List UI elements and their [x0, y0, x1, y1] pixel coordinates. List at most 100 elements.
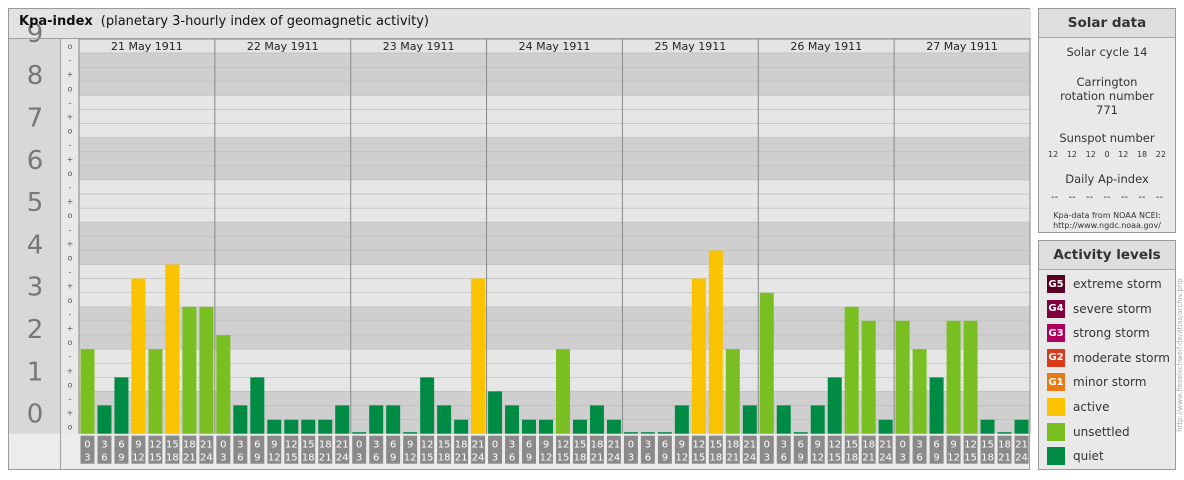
kp-bar	[589, 405, 604, 434]
kp-bar	[572, 419, 587, 434]
legend-label: unsettled	[1073, 424, 1130, 439]
interval-start: 6	[118, 440, 124, 451]
day-label: 21 May 1911	[111, 40, 183, 53]
interval-start: 18	[183, 440, 196, 451]
kp-bar	[369, 405, 384, 434]
day-label: 23 May 1911	[383, 40, 455, 53]
kp-bar	[165, 264, 180, 434]
sub-tick-label: -	[69, 141, 72, 150]
sub-tick-label: -	[69, 352, 72, 361]
interval-end: 12	[811, 453, 824, 464]
kp-bar	[233, 405, 248, 434]
y-tick-label: 4	[27, 230, 44, 260]
legend-label: quiet	[1073, 449, 1104, 464]
interval-start: 9	[271, 440, 277, 451]
sub-tick-label: o	[68, 211, 73, 220]
legend-label: minor storm	[1073, 375, 1147, 390]
interval-start: 9	[407, 440, 413, 451]
interval-end: 12	[268, 453, 281, 464]
kp-bar	[437, 405, 452, 434]
kp-bar	[522, 419, 537, 434]
kp-bar	[674, 405, 689, 434]
interval-end: 18	[709, 453, 722, 464]
interval-start: 6	[798, 440, 804, 451]
kp-bar	[708, 250, 723, 434]
sub-tick-label: -	[69, 98, 72, 107]
sub-tick-label: -	[69, 56, 72, 65]
kpa-chart: 0123456789o+-o+-o+-o+-o+-o+-o+-o+-o+-o 21…	[9, 9, 1031, 469]
legend-label: strong storm	[1073, 326, 1150, 341]
interval-end: 21	[319, 453, 332, 464]
interval-end: 3	[492, 453, 498, 464]
interval-start: 15	[166, 440, 179, 451]
interval-end: 21	[726, 453, 739, 464]
interval-start: 9	[679, 440, 685, 451]
interval-start: 9	[950, 440, 956, 451]
kp-bar	[759, 292, 774, 434]
interval-start: 3	[373, 440, 379, 451]
interval-end: 9	[118, 453, 124, 464]
kp-bar	[505, 405, 520, 434]
interval-end: 18	[302, 453, 315, 464]
interval-end: 6	[916, 453, 922, 464]
legend-swatch	[1047, 447, 1065, 466]
sub-tick-label: +	[67, 366, 74, 375]
kp-bar	[250, 377, 265, 434]
kp-bar	[963, 320, 978, 434]
interval-start: 3	[781, 440, 787, 451]
interval-end: 21	[591, 453, 604, 464]
legend-swatch	[1047, 422, 1065, 441]
interval-start: 15	[574, 440, 587, 451]
kp-bar	[556, 349, 570, 434]
interval-end: 18	[166, 453, 179, 464]
kp-bar	[657, 432, 672, 434]
kp-bar	[895, 320, 910, 434]
kp-bar	[827, 377, 842, 434]
legend-label: active	[1073, 400, 1110, 414]
ap-values: -- -- -- -- -- -- --	[1039, 192, 1175, 203]
chart-title-main: Kpa-index	[19, 14, 93, 29]
interval-end: 3	[356, 453, 362, 464]
interval-end: 15	[285, 453, 298, 464]
sub-tick-label: +	[67, 197, 74, 206]
level-band	[79, 179, 1030, 223]
ap-value: --	[1120, 192, 1129, 203]
data-credit-line-2: http://www.ngdc.noaa.gov/	[1053, 221, 1161, 230]
ap-value: --	[1138, 192, 1146, 203]
sub-tick-label: +	[67, 409, 74, 418]
interval-start: 0	[628, 440, 634, 451]
sunspot-value: 22	[1155, 150, 1166, 159]
interval-end: 24	[879, 453, 892, 464]
legend-swatch	[1047, 398, 1065, 416]
day-label: 22 May 1911	[247, 40, 319, 53]
legend-item: unsettled	[1047, 422, 1130, 442]
kp-bar	[454, 419, 469, 434]
interval-start: 15	[438, 440, 451, 451]
interval-start: 15	[302, 440, 315, 451]
kp-bar	[199, 306, 214, 434]
sub-tick-label: -	[69, 395, 72, 404]
y-tick-label: 2	[27, 315, 44, 345]
ap-value: --	[1085, 192, 1094, 203]
interval-end: 9	[662, 453, 668, 464]
interval-end: 6	[237, 453, 243, 464]
interval-end: 9	[798, 453, 804, 464]
interval-end: 12	[404, 453, 417, 464]
kp-bar	[216, 335, 231, 434]
interval-end: 3	[764, 453, 770, 464]
kp-bar	[539, 419, 553, 434]
interval-start: 18	[862, 440, 875, 451]
level-band	[79, 264, 1030, 307]
interval-start: 21	[879, 440, 892, 451]
sub-tick-label: o	[68, 338, 73, 347]
interval-start: 6	[390, 440, 396, 451]
kp-bar	[929, 377, 944, 434]
interval-start: 12	[828, 440, 841, 451]
interval-start: 6	[933, 440, 939, 451]
interval-start: 21	[743, 440, 756, 451]
interval-end: 24	[200, 453, 213, 464]
kp-bar	[640, 432, 655, 434]
interval-end: 6	[645, 453, 651, 464]
kp-bar	[980, 419, 995, 434]
day-label: 24 May 1911	[519, 40, 591, 53]
